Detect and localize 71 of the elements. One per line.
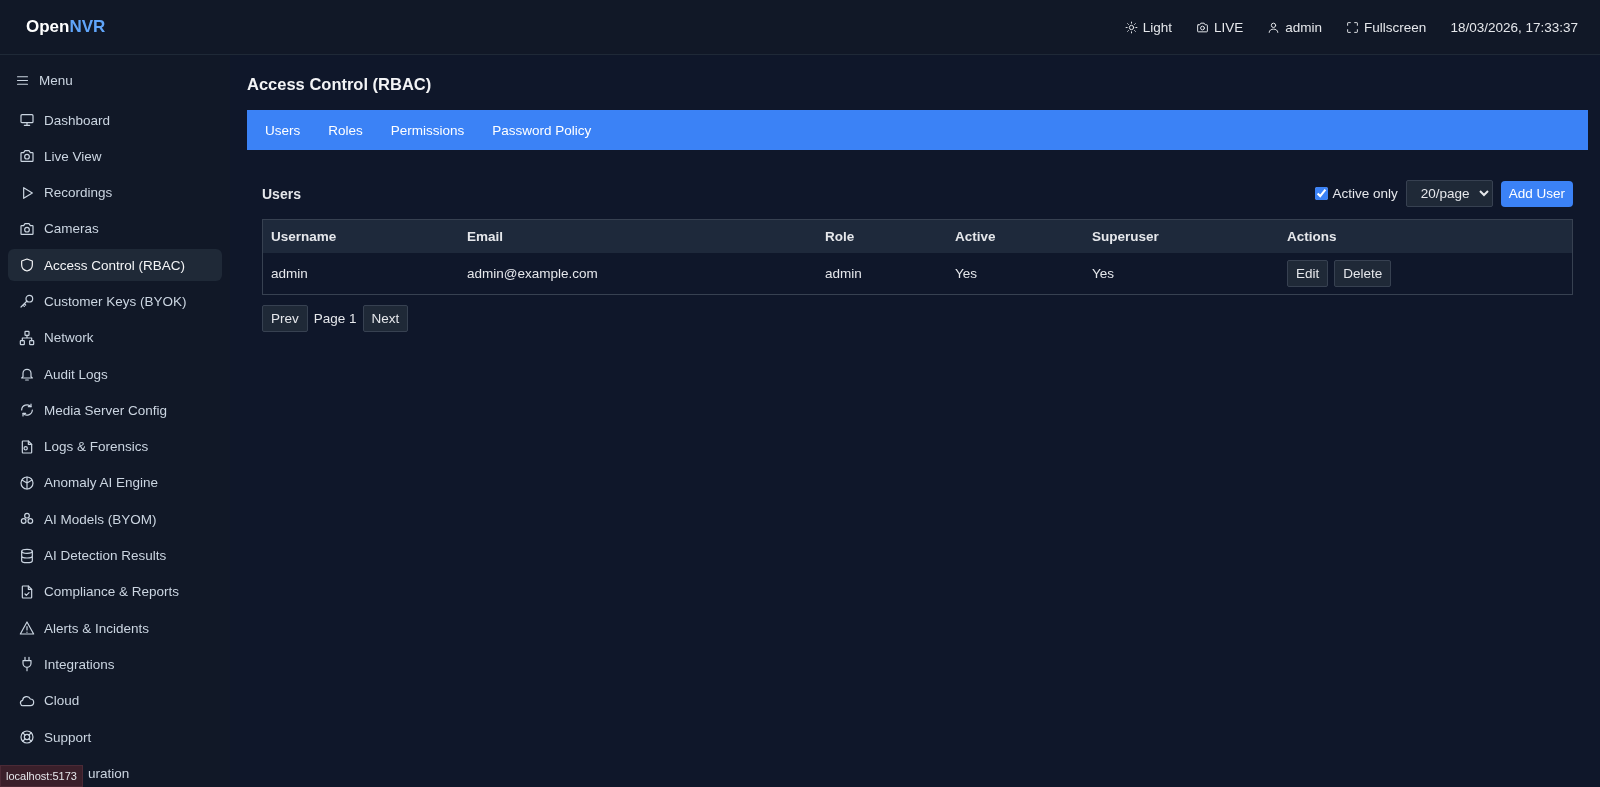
database-icon [19, 547, 35, 564]
sidebar-item[interactable]: Anomaly AI Engine [8, 466, 222, 499]
refresh-icon [19, 402, 35, 419]
sidebar-item[interactable]: Access Control (RBAC) [8, 249, 222, 282]
table-cell-text: Yes [954, 266, 979, 281]
bell-icon [19, 366, 35, 383]
monitor-icon [19, 112, 35, 128]
column-header: Active [954, 229, 997, 244]
table-cell-text: admin@example.com [466, 266, 599, 281]
sidebar-item[interactable]: Network [8, 321, 222, 354]
sidebar-item[interactable]: Dashboard [8, 104, 222, 136]
sidebar-item[interactable]: AI Detection Results [8, 539, 222, 572]
sidebar-item[interactable]: AI Models (BYOM) [8, 503, 222, 536]
brain-icon [19, 474, 35, 491]
edit-button[interactable]: Edit [1287, 260, 1329, 287]
user-icon [1267, 20, 1281, 34]
header-button[interactable]: admin [1267, 19, 1323, 35]
plug-icon [19, 656, 35, 673]
sidebar-item[interactable]: Integrations [8, 648, 222, 681]
sidebar-item[interactable]: Support [8, 721, 222, 754]
active-only-checkbox[interactable] [1315, 187, 1329, 200]
file-check-icon [19, 583, 35, 600]
logo[interactable]: OpenNVR [26, 17, 106, 37]
section-title: Users [262, 185, 301, 202]
camera-icon [19, 148, 35, 165]
page-indicator: Page 1 [313, 311, 357, 326]
menu-toggle[interactable]: Menu [8, 65, 222, 95]
page-title: Access Control (RBAC) [247, 75, 433, 94]
prev-button[interactable]: Prev [262, 305, 308, 332]
column-header: Superuser [1091, 229, 1160, 244]
add-user-button[interactable]: Add User [1500, 180, 1573, 207]
sidebar-item[interactable]: Cloud [8, 684, 222, 717]
delete-button[interactable]: Delete [1334, 260, 1392, 287]
column-header: Email [466, 229, 505, 244]
sun-icon [1124, 20, 1138, 34]
table-cell-text: admin [270, 266, 309, 281]
tab[interactable]: Password Policy [478, 110, 606, 150]
next-button[interactable]: Next [362, 305, 409, 332]
sidebar-item[interactable]: Recordings [8, 176, 222, 209]
sidebar-item[interactable]: Logs & Forensics [8, 430, 222, 463]
sidebar-item[interactable]: Audit Logs [8, 358, 222, 391]
status-url-tooltip: localhost:5173 [0, 765, 83, 787]
sidebar-item[interactable]: Cameras [8, 212, 222, 245]
camera-icon [1196, 20, 1210, 34]
table-cell-text: Yes [1091, 266, 1116, 281]
tab[interactable]: Users [251, 110, 315, 150]
page-size-dropdown[interactable]: 20/page [1405, 180, 1493, 207]
tab[interactable]: Permissions [376, 110, 479, 150]
checkbox-label: Active only [1332, 186, 1398, 201]
header-button[interactable]: LIVE [1196, 19, 1244, 35]
header-button[interactable]: Light [1124, 19, 1173, 35]
camera-icon [19, 220, 35, 237]
sidebar-item[interactable]: Media Server Config [8, 394, 222, 427]
file-search-icon [19, 438, 35, 455]
sidebar-item[interactable]: Live View [8, 140, 222, 173]
sidebar-item[interactable]: Customer Keys (BYOK) [8, 285, 222, 318]
network-icon [19, 329, 35, 346]
warning-icon [19, 620, 35, 637]
fullscreen-icon [1346, 20, 1360, 34]
tab[interactable]: Roles [314, 110, 377, 150]
column-header: Username [270, 229, 338, 244]
header-button[interactable]: Fullscreen [1346, 19, 1427, 35]
table-cell-text: admin [824, 266, 863, 281]
lifebuoy-icon [19, 729, 35, 746]
sidebar-item[interactable]: Alerts & Incidents [8, 612, 222, 645]
key-icon [19, 293, 35, 310]
sidebar-item[interactable]: Compliance & Reports [8, 575, 222, 608]
date-time: 18/03/2026, 17:33:37 [1450, 19, 1578, 35]
column-header: Actions [1286, 229, 1338, 244]
shield-icon [19, 257, 35, 274]
column-header: Role [824, 229, 856, 244]
